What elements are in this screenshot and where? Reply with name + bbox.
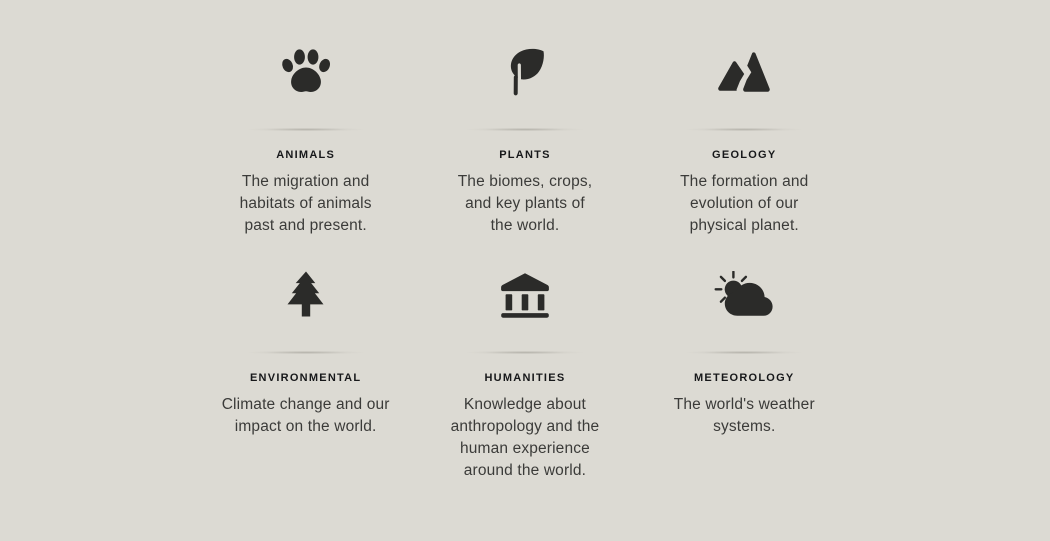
- description-line: the world.: [490, 217, 560, 234]
- paw-print-icon: [280, 36, 332, 108]
- card-divider: [683, 128, 806, 131]
- card-divider: [244, 128, 367, 131]
- card-divider: [683, 351, 806, 354]
- category-label: GEOLOGY: [712, 149, 777, 161]
- description-line: habitats of animals: [239, 195, 372, 212]
- category-label: HUMANITIES: [484, 372, 566, 384]
- category-description: The world's weather systems.: [674, 394, 815, 438]
- description-line: impact on the world.: [234, 418, 377, 435]
- museum-building-icon: [500, 259, 550, 331]
- description-line: past and present.: [244, 217, 367, 234]
- description-line: human experience: [459, 440, 590, 457]
- description-line: The formation and: [680, 173, 809, 190]
- category-label: METEOROLOGY: [693, 372, 795, 384]
- description-line: Climate change and our: [221, 396, 390, 413]
- category-description: Climate change and our impact on the wor…: [222, 394, 390, 438]
- description-line: evolution of our: [690, 195, 799, 212]
- category-card-humanities[interactable]: HUMANITIES Knowledge about anthropology …: [415, 259, 634, 482]
- category-card-plants[interactable]: PLANTS The biomes, crops, and key plants…: [415, 36, 634, 259]
- sun-behind-cloud-icon: [712, 259, 776, 331]
- category-description: The formation and evolution of our physi…: [680, 171, 808, 237]
- category-grid: ANIMALS The migration and habitats of an…: [196, 36, 854, 482]
- category-card-environmental[interactable]: ENVIRONMENTAL Climate change and our imp…: [196, 259, 415, 482]
- description-line: systems.: [713, 418, 776, 435]
- leaf-icon: [502, 36, 548, 108]
- category-grid-page: ANIMALS The migration and habitats of an…: [0, 0, 1050, 541]
- category-label: PLANTS: [499, 149, 551, 161]
- description-line: and key plants of: [465, 195, 585, 212]
- description-line: The migration and: [241, 173, 370, 190]
- description-line: around the world.: [463, 462, 587, 479]
- category-description: The migration and habitats of animals pa…: [240, 171, 372, 237]
- category-card-meteorology[interactable]: METEOROLOGY The world's weather systems.: [635, 259, 854, 482]
- mountains-icon: [717, 36, 771, 108]
- evergreen-tree-icon: [283, 259, 329, 331]
- description-line: anthropology and the: [450, 418, 600, 435]
- description-line: The biomes, crops,: [457, 173, 593, 190]
- category-card-animals[interactable]: ANIMALS The migration and habitats of an…: [196, 36, 415, 259]
- category-description: The biomes, crops, and key plants of the…: [458, 171, 593, 237]
- category-description: Knowledge about anthropology and the hum…: [451, 394, 600, 482]
- category-label: ENVIRONMENTAL: [249, 372, 362, 384]
- card-divider: [463, 351, 586, 354]
- description-line: physical planet.: [689, 217, 799, 234]
- description-line: Knowledge about: [463, 396, 586, 413]
- description-line: The world's weather: [673, 396, 815, 413]
- card-divider: [244, 351, 367, 354]
- category-label: ANIMALS: [276, 149, 336, 161]
- category-card-geology[interactable]: GEOLOGY The formation and evolution of o…: [635, 36, 854, 259]
- card-divider: [463, 128, 586, 131]
